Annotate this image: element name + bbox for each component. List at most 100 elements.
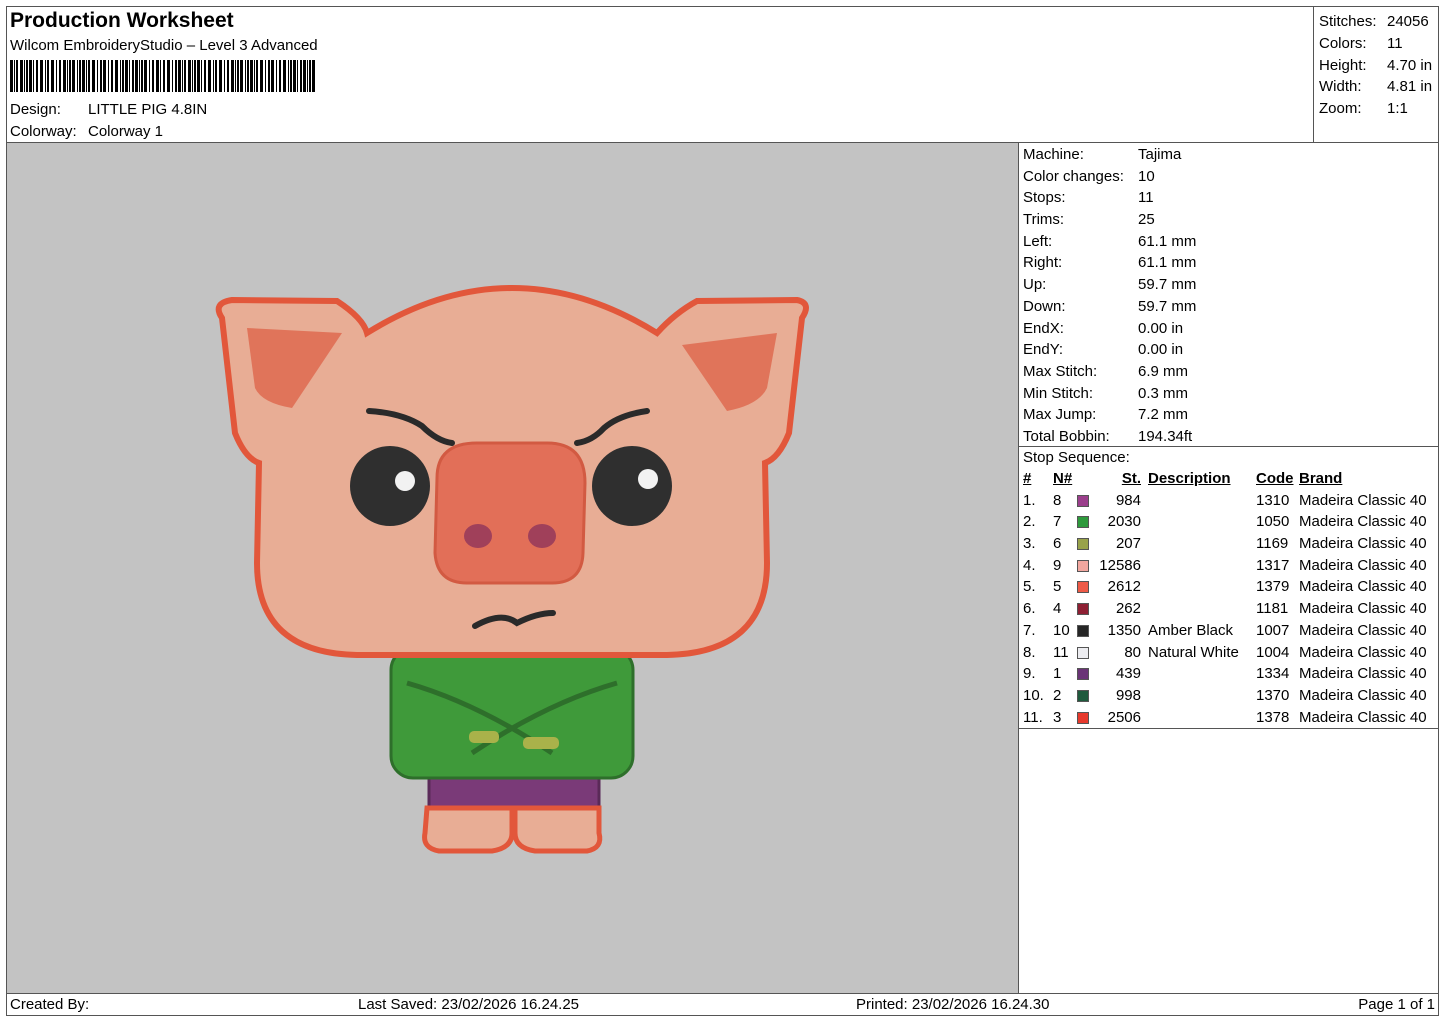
machine-info-label: Right: [1023,254,1063,272]
barcode-bar [283,60,286,92]
barcode-bar [167,60,170,92]
barcode-bar [297,60,298,92]
stitch-count: 262 [1115,600,1141,618]
stop-rows: 1. 8 984 1310 Madeira Classic 40 2. 7 2030 1050 M… [1019,490,1439,729]
thread-brand: Madeira Classic 40 [1299,578,1427,596]
machine-info-label: EndY: [1023,341,1064,359]
barcode-bar [97,60,98,92]
header-stitches: St. [1121,470,1141,487]
divider [1019,728,1439,729]
machine-info-value: 59.7 mm [1138,297,1197,315]
design-label: Design: [10,101,61,118]
needle-number: 7 [1053,513,1062,531]
row-index: 8. [1023,643,1036,661]
barcode-bar [45,60,46,92]
stitch-count: 998 [1115,686,1141,704]
thread-code: 1181 [1256,600,1289,618]
machine-info-label: Min Stitch: [1023,384,1094,402]
machine-info-value: 7.2 mm [1138,406,1189,424]
thread-code: 1310 [1256,491,1290,509]
color-swatch [1077,646,1089,659]
thread-code: 1378 [1256,708,1290,726]
machine-info-row: EndX: 0.00 in [1023,318,1437,340]
barcode-bar [288,60,289,92]
stitch-count: 207 [1115,535,1141,553]
barcode-bar [10,60,13,92]
color-swatch [1077,538,1089,551]
barcode-bar [254,60,255,92]
barcode-bar [182,60,183,92]
barcode-bar [265,60,266,92]
row-index: 1. [1023,491,1036,509]
color-swatch [1077,603,1089,616]
row-index: 4. [1023,556,1036,574]
table-row: 1. 8 984 1310 Madeira Classic 40 [1019,490,1439,512]
barcode-bar [235,60,236,92]
color-swatch [1077,581,1089,594]
needle-number: 4 [1053,600,1062,618]
software-name: Wilcom EmbroideryStudio – Level 3 Advanc… [10,37,318,54]
stat-row: Zoom: 1:1 [1319,100,1408,118]
right-foot-shape [512,805,603,854]
barcode-bar [69,60,71,92]
right-eye-shape [592,446,672,526]
color-swatch [1077,559,1089,572]
worksheet-header: Production Worksheet Wilcom EmbroiderySt… [10,8,1310,97]
thread-brand: Madeira Classic 40 [1299,535,1427,553]
table-header: # N# St. Description Code Brand [1019,468,1439,490]
thread-brand: Madeira Classic 40 [1299,665,1427,683]
table-row: 3. 6 207 1169 Madeira Classic 40 [1019,533,1439,555]
thread-brand: Madeira Classic 40 [1299,556,1427,574]
barcode-bar [24,60,25,92]
stitch-count: 2030 [1107,513,1141,531]
stitch-count: 12586 [1099,556,1141,574]
needle-number: 10 [1053,621,1070,639]
barcode-bar [88,60,90,92]
design-preview [7,143,1018,993]
machine-info-value: 61.1 mm [1138,254,1197,272]
barcode-bar [312,60,315,92]
barcode-bar [172,60,173,92]
machine-info-value: 59.7 mm [1138,276,1197,294]
last-saved: Last Saved: 23/02/2026 16.24.25 [358,996,580,1013]
machine-info-label: Trims: [1023,211,1065,229]
stitch-count: 80 [1124,643,1141,661]
pig-embroidery-image [215,285,809,854]
machine-info-label: Down: [1023,297,1066,315]
machine-info-row: Up: 59.7 mm [1023,274,1437,296]
barcode-bar [40,60,43,92]
stat-row: Width: 4.81 in [1319,78,1433,96]
right-hand-shape [523,737,559,749]
barcode-bar [184,60,186,92]
barcode-bar [77,60,78,92]
thread-brand: Madeira Classic 40 [1299,708,1427,726]
needle-number: 3 [1053,708,1062,726]
header-idx: # [1023,470,1032,487]
machine-info-label: Color changes: [1023,167,1124,185]
barcode-bar [215,60,217,92]
barcode-bar [59,60,61,92]
design-row: Design: LITTLE PIG 4.8IN [10,99,207,121]
barcode-bar [240,60,243,92]
barcode-bar [33,60,34,92]
needle-number: 1 [1053,665,1062,683]
created-by: Created By: [10,996,90,1013]
machine-info-value: 11 [1138,189,1154,207]
thread-code: 1050 [1256,513,1290,531]
barcode-bar [156,60,159,92]
barcode-bar [141,60,143,92]
header-brand: Brand [1299,470,1343,487]
stop-sequence-title: Stop Sequence: [1023,449,1130,466]
barcode-bar [194,60,196,92]
machine-info-row: Min Stitch: 0.3 mm [1023,383,1437,405]
barcode-bar [111,60,113,92]
barcode-bar [188,60,191,92]
barcode-bar [152,60,154,92]
barcode-bar [125,60,128,92]
color-swatch [1077,494,1089,507]
table-row: 2. 7 2030 1050 Madeira Classic 40 [1019,511,1439,533]
color-swatch [1077,711,1089,724]
stitch-count: 439 [1115,665,1141,683]
machine-info-row: Left: 61.1 mm [1023,231,1437,253]
barcode-bar [63,60,66,92]
